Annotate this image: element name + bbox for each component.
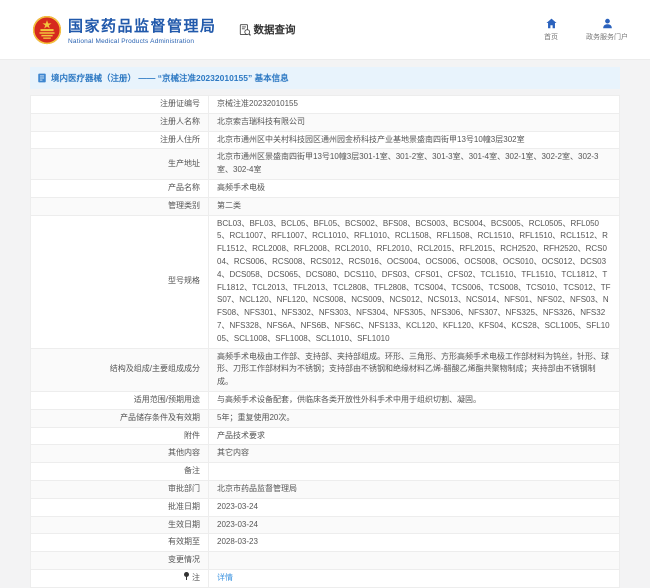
table-row: 注册人名称北京索吉瑞科技有限公司 xyxy=(31,113,620,131)
row-value: 北京索吉瑞科技有限公司 xyxy=(209,113,620,131)
table-row: 型号规格BCL03、BFL03、BCL05、BFL05、BCS002、BFS08… xyxy=(31,215,620,348)
row-label: 批准日期 xyxy=(31,498,209,516)
row-label: 结构及组成/主要组成成分 xyxy=(31,348,209,391)
info-table-body: 注册证编号京械注准20232010155注册人名称北京索吉瑞科技有限公司注册人住… xyxy=(31,96,620,588)
row-value: 5年；重复使用20次。 xyxy=(209,409,620,427)
table-row: 注册人住所北京市通州区中关村科技园区通州园金桥科技产业基地景盛南四街甲13号10… xyxy=(31,131,620,149)
table-row: 变更情况 xyxy=(31,552,620,570)
table-row: 注详情 xyxy=(31,569,620,587)
data-query-label: 数据查询 xyxy=(254,22,296,37)
breadcrumb-text: 境内医疗器械（注册） —— “京械注准20232010155” 基本信息 xyxy=(51,72,289,84)
header-links: 首页 政务服务门户 xyxy=(544,18,628,42)
page: 国家药品监督管理局 National Medical Products Admi… xyxy=(0,0,650,588)
row-value: 北京市通州区景盛南四街甲13号10幢3层301-1室、301-2室、301-3室… xyxy=(209,149,620,180)
detail-link[interactable]: 详情 xyxy=(217,573,233,582)
row-label: 附件 xyxy=(31,427,209,445)
row-label: 审批部门 xyxy=(31,480,209,498)
table-row: 其他内容其它内容 xyxy=(31,445,620,463)
row-value: 京械注准20232010155 xyxy=(209,96,620,114)
table-row: 审批部门北京市药品监督管理局 xyxy=(31,480,620,498)
row-label: 产品储存条件及有效期 xyxy=(31,409,209,427)
row-value: 详情 xyxy=(209,569,620,587)
row-label: 注册人名称 xyxy=(31,113,209,131)
info-table: 注册证编号京械注准20232010155注册人名称北京索吉瑞科技有限公司注册人住… xyxy=(30,95,620,588)
table-row: 管理类别第二类 xyxy=(31,197,620,215)
row-value: 2023-03-24 xyxy=(209,498,620,516)
site-header: 国家药品监督管理局 National Medical Products Admi… xyxy=(0,0,650,60)
nmpa-emblem-icon xyxy=(32,15,62,45)
row-label: 有效期至 xyxy=(31,534,209,552)
home-icon xyxy=(546,18,557,29)
row-label: 型号规格 xyxy=(31,215,209,348)
note-pin-icon xyxy=(184,572,189,580)
table-row: 有效期至2028-03-23 xyxy=(31,534,620,552)
brand-text: 国家药品监督管理局 National Medical Products Admi… xyxy=(68,15,217,45)
row-label: 变更情况 xyxy=(31,552,209,570)
row-value: 高频手术电极由工作部、支持部、夹持部组成。环形、三角形、方形高频手术电极工作部材… xyxy=(209,348,620,391)
row-label: 其他内容 xyxy=(31,445,209,463)
table-row: 批准日期2023-03-24 xyxy=(31,498,620,516)
nav-home-label: 首页 xyxy=(544,32,558,42)
row-label: 注 xyxy=(31,569,209,587)
nav-portal[interactable]: 政务服务门户 xyxy=(586,18,628,42)
table-row: 产品名称高频手术电极 xyxy=(31,179,620,197)
brand-title: 国家药品监督管理局 xyxy=(68,15,217,36)
row-label: 生产地址 xyxy=(31,149,209,180)
table-row: 生产地址北京市通州区景盛南四街甲13号10幢3层301-1室、301-2室、30… xyxy=(31,149,620,180)
row-label: 管理类别 xyxy=(31,197,209,215)
breadcrumb: 境内医疗器械（注册） —— “京械注准20232010155” 基本信息 xyxy=(30,67,620,89)
table-row: 注册证编号京械注准20232010155 xyxy=(31,96,620,114)
table-row: 备注 xyxy=(31,463,620,481)
row-value: 北京市药品监督管理局 xyxy=(209,480,620,498)
row-value: 2028-03-23 xyxy=(209,534,620,552)
brand-subtitle: National Medical Products Administration xyxy=(68,38,217,45)
row-label: 生效日期 xyxy=(31,516,209,534)
row-label: 注册人住所 xyxy=(31,131,209,149)
row-label: 备注 xyxy=(31,463,209,481)
content-card: 境内医疗器械（注册） —— “京械注准20232010155” 基本信息 注册证… xyxy=(30,67,620,588)
nav-home[interactable]: 首页 xyxy=(544,18,558,42)
table-row: 附件产品技术要求 xyxy=(31,427,620,445)
row-value: 北京市通州区中关村科技园区通州园金桥科技产业基地景盛南四街甲13号10幢3层30… xyxy=(209,131,620,149)
table-row: 结构及组成/主要组成成分高频手术电极由工作部、支持部、夹持部组成。环形、三角形、… xyxy=(31,348,620,391)
nav-data-query[interactable]: 数据查询 xyxy=(239,22,296,37)
table-row: 生效日期2023-03-24 xyxy=(31,516,620,534)
user-icon xyxy=(602,18,613,29)
row-value: 2023-03-24 xyxy=(209,516,620,534)
row-value: BCL03、BFL03、BCL05、BFL05、BCS002、BFS08、BCS… xyxy=(209,215,620,348)
row-value: 与高频手术设备配套，供临床各类开放性外科手术中用于组织切割、凝固。 xyxy=(209,391,620,409)
row-label: 产品名称 xyxy=(31,179,209,197)
row-value xyxy=(209,463,620,481)
row-value xyxy=(209,552,620,570)
row-label: 注册证编号 xyxy=(31,96,209,114)
row-value: 第二类 xyxy=(209,197,620,215)
table-row: 适用范围/预期用途与高频手术设备配套，供临床各类开放性外科手术中用于组织切割、凝… xyxy=(31,391,620,409)
row-value: 其它内容 xyxy=(209,445,620,463)
document-icon xyxy=(37,73,47,83)
nav-portal-label: 政务服务门户 xyxy=(586,32,628,42)
brand[interactable]: 国家药品监督管理局 National Medical Products Admi… xyxy=(32,15,217,45)
table-row: 产品储存条件及有效期5年；重复使用20次。 xyxy=(31,409,620,427)
data-query-icon xyxy=(239,24,251,36)
row-label: 适用范围/预期用途 xyxy=(31,391,209,409)
row-value: 高频手术电极 xyxy=(209,179,620,197)
row-value: 产品技术要求 xyxy=(209,427,620,445)
